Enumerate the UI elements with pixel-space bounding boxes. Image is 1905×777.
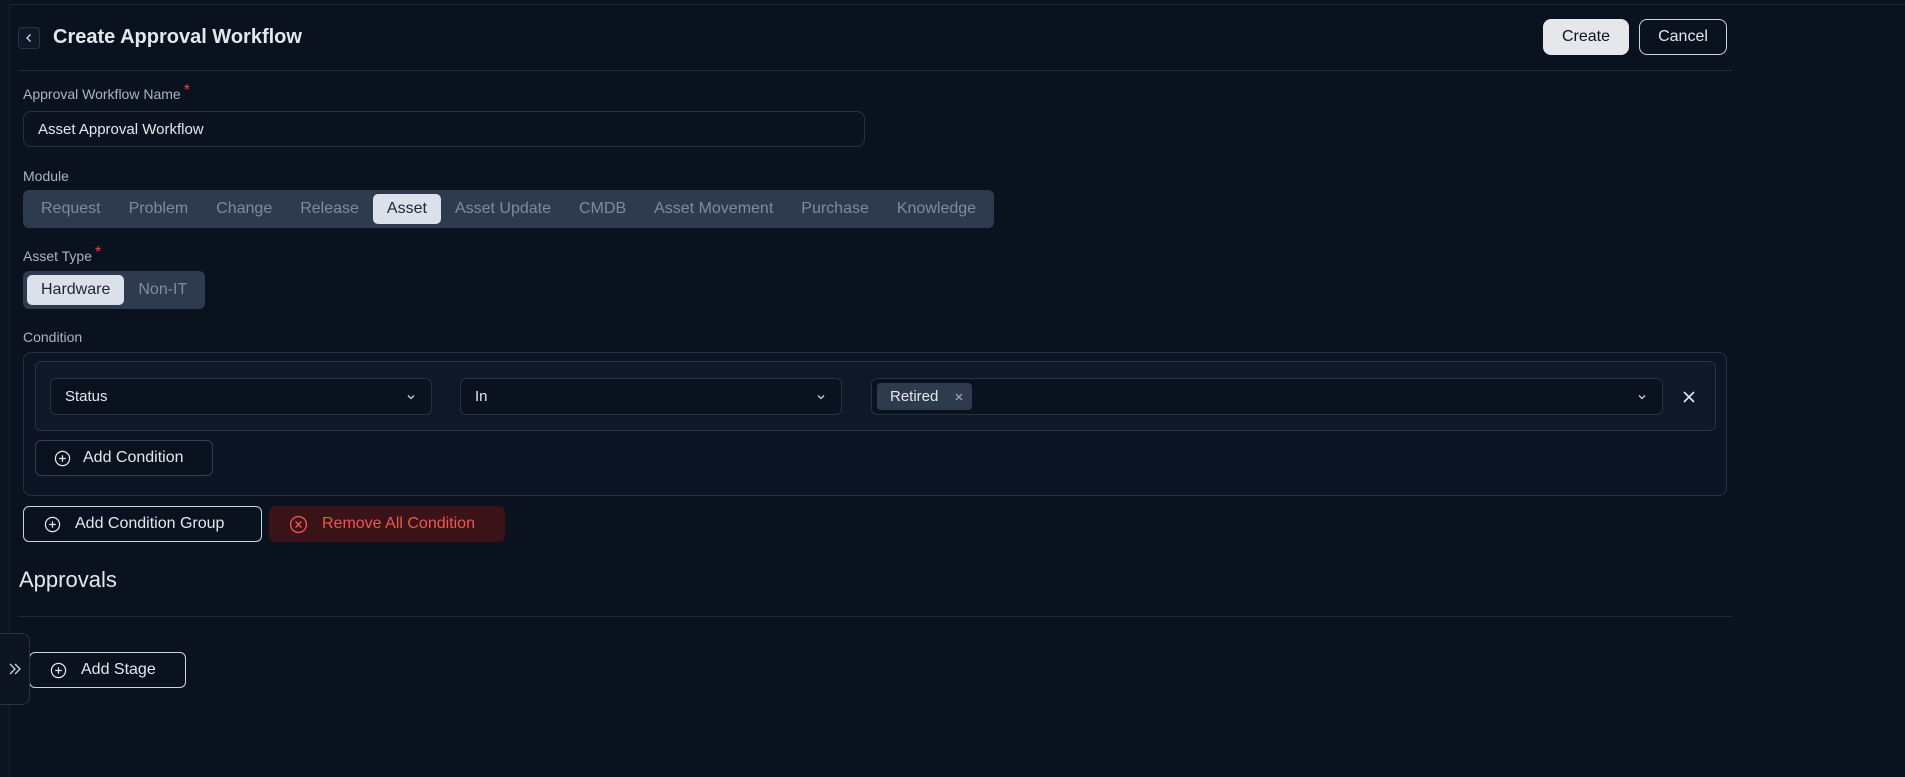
sidebar-toggle[interactable] bbox=[0, 633, 30, 705]
add-condition-group-button[interactable]: Add Condition Group bbox=[23, 506, 262, 542]
app-root: Create Approval Workflow Create Cancel A… bbox=[0, 0, 1905, 777]
page-title: Create Approval Workflow bbox=[53, 26, 302, 48]
add-stage-label: Add Stage bbox=[81, 661, 156, 678]
remove-all-condition-label: Remove All Condition bbox=[322, 515, 475, 532]
module-option-release[interactable]: Release bbox=[286, 194, 373, 224]
create-button[interactable]: Create bbox=[1543, 19, 1629, 55]
approvals-title: Approvals bbox=[19, 567, 117, 592]
add-condition-label: Add Condition bbox=[83, 449, 184, 466]
condition-label: Condition bbox=[23, 329, 83, 345]
condition-group: Status In Retired Add Condition bbox=[23, 352, 1727, 496]
module-option-request[interactable]: Request bbox=[27, 194, 115, 224]
module-option-asset[interactable]: Asset bbox=[372, 194, 441, 224]
x-icon[interactable] bbox=[954, 392, 964, 402]
remove-all-condition-button[interactable]: Remove All Condition bbox=[269, 506, 505, 542]
chevron-down-icon bbox=[407, 395, 415, 400]
condition-values-select[interactable]: Retired bbox=[871, 378, 1663, 415]
required-mark: * bbox=[183, 82, 190, 99]
plus-circle-icon bbox=[50, 662, 67, 678]
top-border bbox=[10, 4, 1905, 5]
module-option-asset-movement[interactable]: Asset Movement bbox=[640, 194, 787, 224]
workflow-name-input[interactable] bbox=[23, 111, 865, 147]
module-option-change[interactable]: Change bbox=[202, 194, 286, 224]
name-label-text: Approval Workflow Name bbox=[23, 86, 181, 102]
asset-type-option-hardware[interactable]: Hardware bbox=[27, 275, 125, 305]
x-circle-icon bbox=[289, 515, 308, 533]
module-option-knowledge[interactable]: Knowledge bbox=[883, 194, 990, 224]
value-tag: Retired bbox=[877, 383, 973, 410]
chevron-left-icon bbox=[26, 34, 31, 42]
name-label: Approval Workflow Name * bbox=[23, 82, 190, 104]
page-header: Create Approval Workflow Create Cancel bbox=[18, 18, 1728, 56]
condition-operator-value: In bbox=[475, 388, 488, 405]
required-mark: * bbox=[95, 244, 102, 261]
condition-field-value: Status bbox=[65, 388, 108, 405]
add-stage-button[interactable]: Add Stage bbox=[29, 652, 186, 688]
add-condition-group-label: Add Condition Group bbox=[75, 515, 225, 532]
double-chevron-right-icon bbox=[9, 663, 21, 675]
asset-type-segmented-control: Hardware Non-IT bbox=[23, 271, 206, 309]
condition-field-select[interactable]: Status bbox=[50, 378, 432, 415]
plus-circle-icon bbox=[54, 450, 71, 466]
module-option-purchase[interactable]: Purchase bbox=[787, 194, 883, 224]
module-option-asset-update[interactable]: Asset Update bbox=[441, 194, 565, 224]
close-icon[interactable] bbox=[1680, 388, 1698, 406]
plus-circle-icon bbox=[44, 516, 61, 532]
asset-type-option-non-it[interactable]: Non-IT bbox=[124, 275, 201, 305]
chevron-down-icon bbox=[817, 395, 825, 400]
asset-type-label: Asset Type * bbox=[23, 244, 101, 266]
approvals-divider bbox=[18, 616, 1732, 617]
module-option-cmdb[interactable]: CMDB bbox=[565, 194, 640, 224]
condition-operator-select[interactable]: In bbox=[460, 378, 842, 415]
chevron-down-icon bbox=[1638, 395, 1646, 400]
condition-row: Status In Retired bbox=[35, 361, 1716, 431]
cancel-button[interactable]: Cancel bbox=[1639, 19, 1727, 55]
module-option-problem[interactable]: Problem bbox=[115, 194, 203, 224]
value-tag-label: Retired bbox=[890, 388, 939, 405]
add-condition-button[interactable]: Add Condition bbox=[35, 440, 213, 476]
back-button[interactable] bbox=[18, 27, 40, 49]
header-divider bbox=[18, 70, 1732, 71]
module-segmented-control: Request Problem Change Release Asset Asset Up… bbox=[23, 190, 995, 228]
module-label: Module bbox=[23, 168, 69, 184]
asset-type-label-text: Asset Type bbox=[23, 248, 93, 264]
